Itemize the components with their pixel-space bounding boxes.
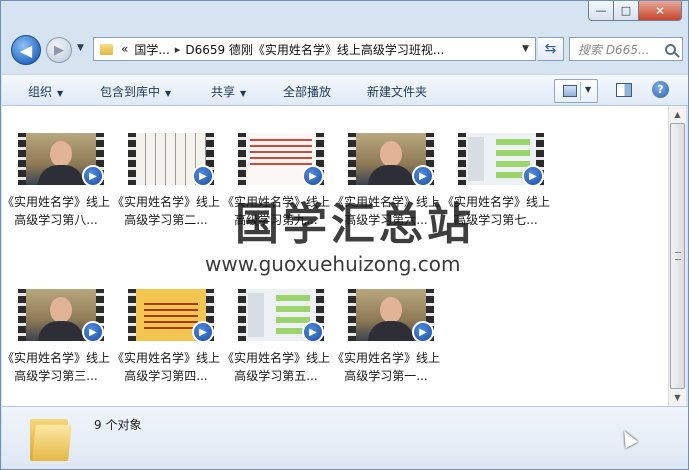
navigation-bar: ◀ ▶ ▼ « 国学... ▸ D6659 德刚《实用姓名学》线上高级学习班视.… <box>9 33 683 65</box>
chevron-down-icon: ▼ <box>77 43 84 53</box>
list-item[interactable]: ▶ 《实用姓名学》线上高级学习第二... <box>112 106 220 227</box>
help-icon[interactable]: ? <box>652 81 669 98</box>
caption-buttons: — □ ✕ <box>588 1 682 21</box>
minimize-button[interactable]: — <box>588 1 614 21</box>
recent-pages-button[interactable]: ▼ <box>77 43 84 53</box>
file-name: 《实用姓名学》线上高级学习第四... <box>112 351 221 383</box>
search-icon[interactable] <box>665 43 676 55</box>
breadcrumb-separator[interactable]: ▸ <box>175 43 181 56</box>
media-player-icon: ▶ <box>82 321 104 343</box>
preview-pane-icon[interactable] <box>616 83 632 97</box>
address-overflow[interactable]: « <box>121 42 128 56</box>
list-item[interactable]: ▶ 《实用姓名学》线上高级学习第一... <box>332 262 440 383</box>
address-dropdown-icon[interactable]: ▼ <box>522 44 529 54</box>
media-player-icon: ▶ <box>522 165 544 187</box>
watermark-url: www.guoxuehuizong.com <box>205 252 461 276</box>
folder-icon <box>30 413 72 461</box>
details-pane: 9 个对象 <box>2 406 688 469</box>
list-item[interactable]: ▶ 《实用姓名学》线上高级学习第四... <box>112 262 220 383</box>
file-name: 《实用姓名学》线上高级学习第三... <box>2 351 111 383</box>
back-button[interactable]: ◀ <box>11 35 41 65</box>
list-item[interactable]: ▶ 《实用姓名学》线上高级学习第五... <box>222 262 330 383</box>
media-player-icon: ▶ <box>192 321 214 343</box>
chevron-down-icon: ▼ <box>57 89 64 98</box>
folder-icon <box>100 43 113 55</box>
scroll-up-icon[interactable]: ▲ <box>669 106 686 123</box>
file-name: 《实用姓名学》线上高级学习第五... <box>222 351 331 383</box>
maximize-button[interactable]: □ <box>614 1 639 21</box>
refresh-icon: ⇆ <box>544 41 557 57</box>
scroll-down-icon[interactable]: ▼ <box>669 389 686 406</box>
media-player-icon: ▶ <box>412 321 434 343</box>
watermark-text: 国学汇总站 <box>235 199 475 250</box>
vertical-scrollbar[interactable]: ▲ ▼ <box>668 106 686 406</box>
share-menu[interactable]: 共享 ▼ <box>211 83 246 100</box>
refresh-button[interactable]: ⇆ <box>538 37 564 61</box>
file-name: 《实用姓名学》线上高级学习第二... <box>112 195 221 227</box>
include-library-menu[interactable]: 包含到库中 ▼ <box>100 83 171 100</box>
view-options-button[interactable]: ▼ <box>554 79 598 103</box>
play-all-button[interactable]: 全部播放 <box>283 83 331 100</box>
chevron-down-icon: ▼ <box>240 89 247 98</box>
forward-button[interactable]: ▶ <box>46 37 72 63</box>
address-bar[interactable]: « 国学... ▸ D6659 德刚《实用姓名学》线上高级学习班视... ▼ <box>93 37 536 61</box>
close-button[interactable]: ✕ <box>639 1 682 21</box>
chevron-down-icon: ▼ <box>165 89 172 98</box>
command-bar: 组织 ▼ 包含到库中 ▼ 共享 ▼ 全部播放 新建文件夹 ▼ ? <box>2 74 688 106</box>
media-player-icon: ▶ <box>82 165 104 187</box>
new-folder-button[interactable]: 新建文件夹 <box>367 83 427 100</box>
media-player-icon: ▶ <box>412 165 434 187</box>
file-name: 《实用姓名学》线上高级学习第一... <box>332 351 441 383</box>
back-arrow-icon: ◀ <box>19 40 33 60</box>
view-icon <box>563 85 577 97</box>
file-name: 《实用姓名学》线上高级学习第八... <box>2 195 111 227</box>
scrollbar-thumb[interactable] <box>670 123 685 389</box>
breadcrumb-parent[interactable]: 国学... <box>134 41 169 58</box>
forward-arrow-icon: ▶ <box>54 42 64 58</box>
organize-menu[interactable]: 组织 ▼ <box>28 83 63 100</box>
media-player-icon: ▶ <box>302 165 324 187</box>
list-item[interactable]: ▶ 《实用姓名学》线上高级学习第三... <box>2 262 110 383</box>
search-placeholder: 搜索 D665... <box>578 42 650 57</box>
media-player-icon: ▶ <box>192 165 214 187</box>
search-input[interactable]: 搜索 D665... <box>569 37 683 61</box>
item-count: 9 个对象 <box>94 418 142 432</box>
chevron-down-icon[interactable]: ▼ <box>585 85 591 94</box>
media-player-icon: ▶ <box>302 321 324 343</box>
list-item[interactable]: ▶ 《实用姓名学》线上高级学习第八... <box>2 106 110 227</box>
breadcrumb-current[interactable]: D6659 德刚《实用姓名学》线上高级学习班视... <box>185 41 444 58</box>
